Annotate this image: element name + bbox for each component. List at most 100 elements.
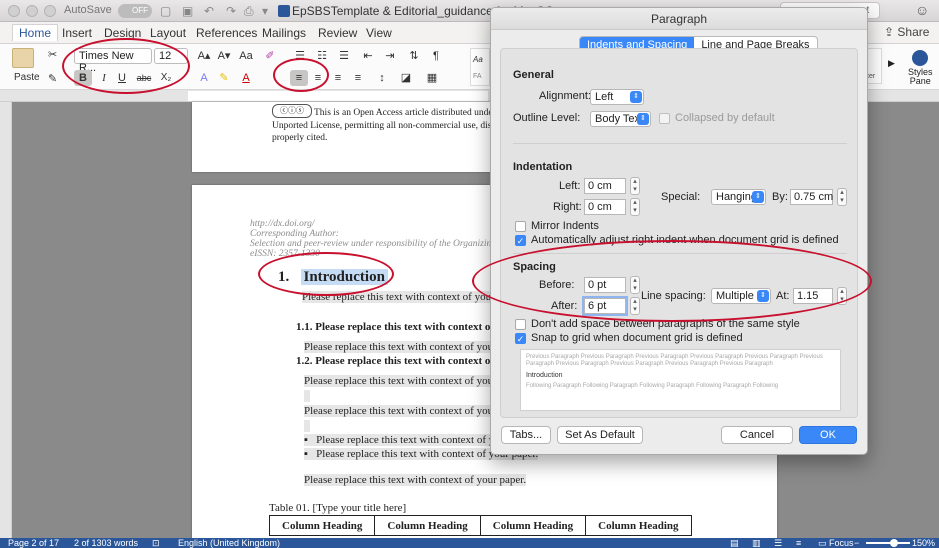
decrease-indent-icon[interactable]: ⇤ [360,48,376,64]
alignment-label: Alignment: [539,90,591,102]
left-indent-input[interactable]: 0 cm [584,178,626,194]
page-count[interactable]: Page 2 of 17 [8,538,59,548]
zoom-out-icon[interactable]: − [854,538,859,548]
select-arrow-icon: ⇕ [630,91,642,103]
autosave-toggle[interactable]: OFF [118,4,152,18]
dialog-title: Paragraph [491,8,867,30]
line-spacing-icon[interactable]: ↕ [374,70,390,86]
highlight-icon[interactable]: ✎ [216,70,232,86]
select-arrow-icon: ⇕ [637,113,649,125]
format-painter-icon[interactable]: ✎ [48,72,57,85]
zoom-slider[interactable] [866,542,910,544]
align-right-button[interactable]: ≡ [330,70,346,86]
by-input[interactable]: 0.75 cm [790,189,833,205]
right-indent-stepper[interactable]: ▴ ▾ [630,198,640,216]
left-indent-label: Left: [559,180,581,192]
gallery-more-icon[interactable]: ▶ [888,58,895,69]
mirror-indents-label: Mirror Indents [531,220,599,232]
collapsed-checkbox[interactable] [659,113,670,124]
grow-font-icon[interactable]: A▴ [196,48,212,64]
draft-view-icon[interactable]: ≡ [796,538,801,548]
cut-icon[interactable]: ✂ [48,48,57,61]
table-header-cell[interactable]: Column Heading [479,515,587,536]
auto-adjust-checkbox[interactable]: ✓ [515,235,526,246]
styles-pane-icon[interactable] [912,50,928,66]
set-as-default-button[interactable]: Set As Default [557,426,643,444]
by-stepper[interactable]: ▴ ▾ [837,188,847,206]
outline-level-label: Outline Level: [513,112,581,124]
table-header-cell[interactable]: Column Heading [268,515,376,536]
undo-icon[interactable]: ↶ [204,4,214,18]
customize-toolbar-icon[interactable]: ▾ [262,4,268,18]
tabs-button[interactable]: Tabs... [501,426,551,444]
styles-gallery[interactable]: Aa FA [470,48,490,86]
preview-following-paragraph: Following Paragraph Following Paragraph … [526,383,779,389]
feedback-smiley-icon[interactable]: ☺ [915,2,929,18]
multilevel-icon[interactable]: ☰ [336,48,352,64]
paragraph-4: Please replace this text with context of… [304,405,510,417]
focus-mode[interactable]: ▭ Focus [818,538,854,548]
clear-format-icon[interactable]: ✐ [262,48,278,64]
tab-layout[interactable]: Layout [150,26,186,40]
paragraph-5: Please replace this text with context of… [304,474,527,486]
mirror-indents-checkbox[interactable] [515,221,526,232]
print-layout-icon[interactable]: ▤ [730,538,739,548]
minimize-window-button[interactable] [26,5,38,17]
bullet-item-1: ▪ Please replace this text with context … [304,434,506,446]
word-count[interactable]: 2 of 1303 words [74,538,138,548]
share-icon: ⇪ [884,25,898,39]
license-line-2: Unported License, permitting all non-com… [272,121,525,131]
tab-references[interactable]: References [196,26,257,40]
tab-view[interactable]: View [366,26,392,40]
table-header-cell[interactable]: Column Heading [374,515,481,536]
clipboard-icon[interactable] [12,48,34,68]
font-color-icon[interactable]: A [238,70,254,86]
left-indent-stepper[interactable]: ▴ ▾ [630,177,640,195]
justify-button[interactable]: ≡ [350,70,366,86]
save-icon[interactable]: ▣ [182,4,193,18]
table-header-cell[interactable]: Column Heading [585,515,692,536]
zoom-slider-thumb[interactable] [890,539,898,547]
right-indent-label: Right: [553,201,582,213]
cancel-button[interactable]: Cancel [721,426,793,444]
indentation-section-title: Indentation [513,161,573,173]
outline-view-icon[interactable]: ☰ [774,538,782,548]
tab-home[interactable]: Home [12,24,59,41]
document-table[interactable]: Column Heading Column Heading Column Hea… [268,515,692,536]
zoom-window-button[interactable] [44,5,56,17]
close-window-button[interactable] [8,5,20,17]
word-doc-icon [278,5,290,17]
right-indent-input[interactable]: 0 cm [584,199,626,215]
change-case-icon[interactable]: Aa [238,48,254,64]
ok-button[interactable]: OK [799,426,857,444]
shading-icon[interactable]: ◪ [398,70,414,86]
increase-indent-icon[interactable]: ⇥ [382,48,398,64]
snap-to-grid-label: Snap to grid when document grid is defin… [531,332,743,344]
print-icon[interactable]: ⎙ [244,4,254,19]
pilcrow-icon[interactable]: ¶ [428,48,444,64]
cc-license-icon: ⓒⓘⓢ [272,104,312,118]
sort-icon[interactable]: ⇅ [406,48,422,64]
language-status[interactable]: English (United Kingdom) [178,538,280,548]
shrink-font-icon[interactable]: A▾ [216,48,232,64]
zoom-level[interactable]: 150% [912,538,935,548]
collapsed-label: Collapsed by default [675,112,775,124]
share-button[interactable]: ⇪ Share [884,25,929,39]
text-effects-icon[interactable]: A [196,70,212,86]
alignment-select[interactable]: Left ⇕ [590,89,644,105]
web-layout-icon[interactable]: ▥ [752,538,761,548]
vertical-ruler[interactable] [0,102,12,538]
dont-add-space-checkbox[interactable] [515,319,526,330]
select-arrow-icon: ⇕ [752,191,764,203]
layout-icon[interactable]: ▢ [160,4,171,18]
redo-icon[interactable]: ↷ [226,4,236,18]
snap-to-grid-checkbox[interactable]: ✓ [515,333,526,344]
proofing-icon[interactable]: ⊡ [152,538,160,548]
special-select[interactable]: Hanging ⇕ [711,189,766,205]
borders-icon[interactable]: ▦ [424,70,440,86]
outline-level-select[interactable]: Body Text ⇕ [590,111,651,127]
table-caption: Table 01. [Type your title here] [269,502,407,514]
tab-mailings[interactable]: Mailings [262,26,306,40]
tab-insert[interactable]: Insert [62,26,92,40]
tab-review[interactable]: Review [318,26,357,40]
